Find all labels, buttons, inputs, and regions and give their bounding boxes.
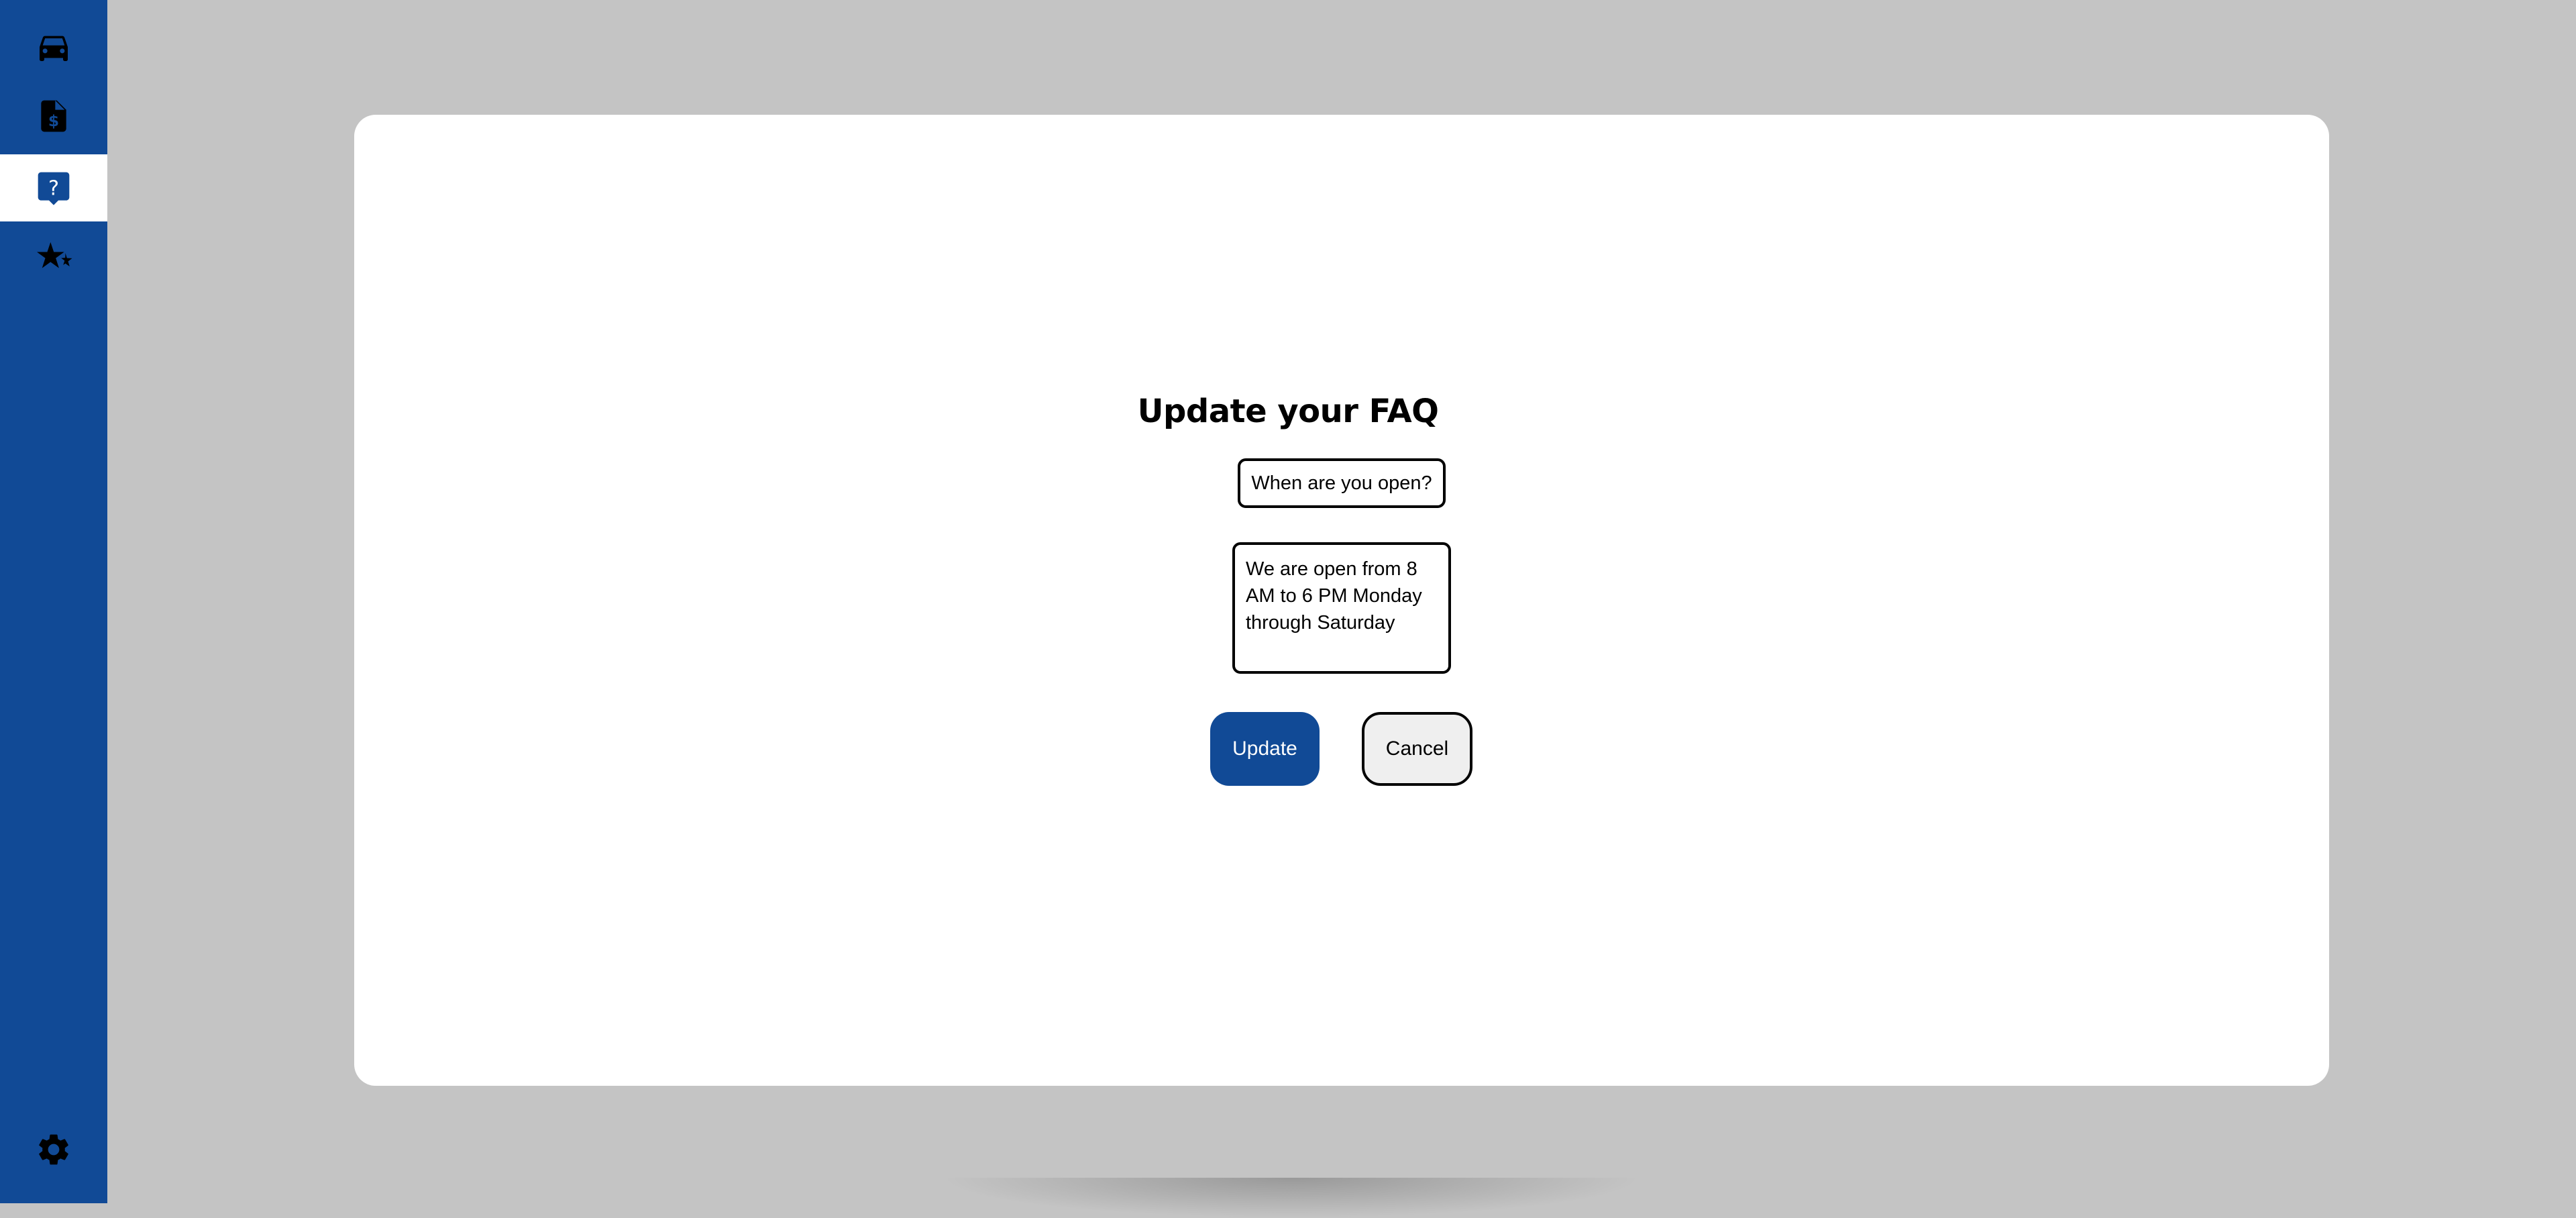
gear-icon <box>39 1134 68 1165</box>
faq-answer-textarea[interactable]: We are open from 8 AM to 6 PM Monday thr… <box>1232 542 1451 674</box>
update-button[interactable]: Update <box>1210 712 1320 786</box>
sidebar-item-reviews[interactable] <box>0 223 107 291</box>
sidebar-item-faq[interactable]: ? <box>0 154 107 221</box>
sidebar-item-invoices[interactable]: $ <box>0 83 107 150</box>
sidebar-item-settings[interactable] <box>0 1116 107 1183</box>
cancel-button[interactable]: Cancel <box>1362 712 1472 786</box>
modal-title: Update your FAQ <box>1137 393 1439 430</box>
sidebar: $ ? <box>0 0 107 1203</box>
faq-question-input[interactable] <box>1238 458 1446 508</box>
sidebar-item-cars[interactable] <box>0 13 107 81</box>
svg-text:$: $ <box>48 111 59 130</box>
invoice-icon: $ <box>41 100 66 132</box>
background-card-shadow <box>939 1178 1644 1218</box>
car-icon <box>40 36 68 61</box>
faq-icon: ? <box>38 172 70 205</box>
svg-text:?: ? <box>48 177 59 201</box>
star-rating-icon <box>37 242 72 268</box>
